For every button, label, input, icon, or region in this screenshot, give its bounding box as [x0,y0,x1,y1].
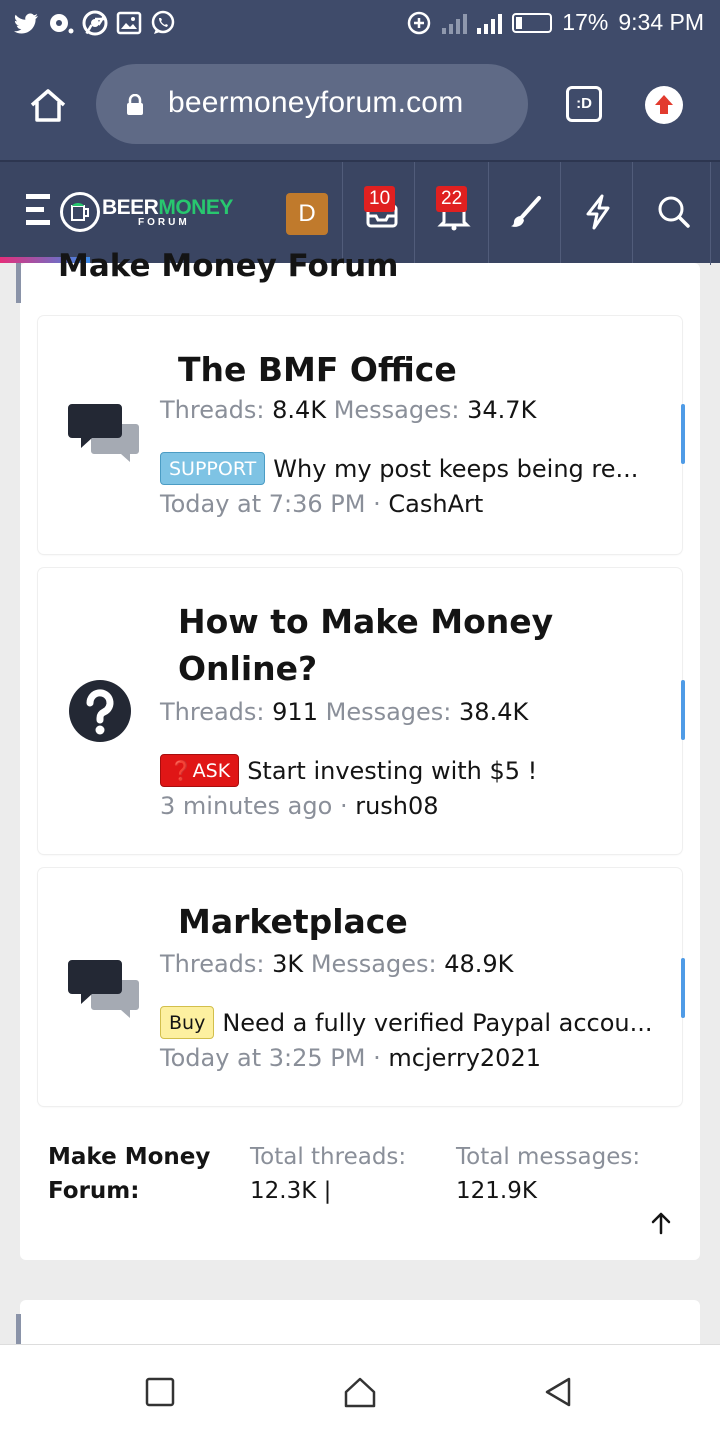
thread-prefix-badge: ❓ASK [160,754,240,787]
battery-percent: 17% [562,9,609,35]
forum-node[interactable]: How to Make Money Online? Threads: 911 M… [38,568,685,854]
square-icon [145,1377,175,1407]
style-chooser-button[interactable] [506,192,546,232]
latest-time[interactable]: Today at 3:25 PM [160,1044,366,1072]
clock: 9:34 PM [618,9,704,35]
record-icon [48,10,74,36]
forum-node[interactable]: Marketplace Threads: 3K Messages: 48.9K … [38,868,685,1106]
chat-bubbles-icon [66,952,142,1028]
unread-indicator [681,680,685,740]
battery-icon [512,12,553,33]
data-saver-icon [408,11,431,34]
lightning-icon [586,194,610,230]
latest-time[interactable]: Today at 7:36 PM [160,490,366,518]
gallery-icon [116,10,142,36]
unread-indicator [681,958,685,1018]
scroll-top-button[interactable] [648,1210,674,1236]
latest-thread[interactable]: Buy Need a fully verified Paypal accou..… [160,1006,653,1039]
arrow-up-icon [651,1212,671,1235]
node-stats: Threads: 911 Messages: 38.4K [160,698,529,726]
lock-icon [127,94,143,115]
unread-indicator [681,404,685,464]
whatsapp-icon [150,10,176,36]
address-bar[interactable]: beermoneyforum.com [96,64,528,144]
latest-thread-title[interactable]: Why my post keeps being re... [273,455,638,483]
category-accent-bar [16,1314,21,1344]
chat-bubbles-icon [66,396,142,472]
user-avatar[interactable]: D [286,193,328,235]
home-icon [30,89,66,122]
status-bar: 17% 9:34 PM [0,0,720,50]
latest-author[interactable]: CashArt [388,490,483,518]
back-triangle-icon [545,1377,571,1407]
latest-thread-meta: 3 minutes ago · rush08 [160,792,439,820]
node-title[interactable]: How to Make Money Online? [178,598,598,692]
category-title[interactable]: Make Money Forum [58,248,399,284]
android-nav-bar [0,1344,720,1440]
node-stats: Threads: 8.4K Messages: 34.7K [160,396,537,424]
paintbrush-icon [511,196,541,227]
update-button[interactable] [645,86,683,124]
browser-toolbar: beermoneyforum.com :D [0,50,720,160]
alerts-count-badge: 22 [436,186,468,212]
menu-button[interactable] [26,192,50,228]
chrome-icon [82,10,108,36]
signal-icon-2 [477,12,503,34]
tab-switcher-button[interactable]: :D [566,86,602,122]
latest-thread-title[interactable]: Need a fully verified Paypal accou... [222,1009,652,1037]
search-icon [658,196,690,228]
latest-thread-meta: Today at 7:36 PM · CashArt [160,490,484,518]
home-icon [344,1377,376,1408]
total-messages: Total messages: 121.9K [456,1144,641,1204]
forum-node[interactable]: The BMF Office Threads: 8.4K Messages: 3… [38,316,685,554]
signal-icon [442,12,468,34]
latest-thread[interactable]: ❓ASK Start investing with $5 ! [160,754,537,787]
latest-thread[interactable]: SUPPORT Why my post keeps being re... [160,452,638,485]
back-button[interactable] [541,1375,575,1409]
latest-thread-title[interactable]: Start investing with $5 ! [247,757,537,785]
notification-icons [14,10,176,36]
inbox-count-badge: 10 [364,186,396,212]
category-accent-bar [16,263,21,303]
search-button[interactable] [654,192,694,232]
latest-author[interactable]: rush08 [355,792,438,820]
whats-new-button[interactable] [578,192,618,232]
thread-prefix-badge: SUPPORT [160,452,266,485]
url-text: beermoneyforum.com [168,86,464,119]
site-logo[interactable]: BEERMONEY FORUM [60,192,240,232]
footer-label: Make Money Forum: [48,1144,211,1204]
thread-prefix-badge: Buy [160,1006,215,1039]
logo-subtext: FORUM [138,217,190,228]
system-status: 17% 9:34 PM [406,9,704,36]
home-button[interactable] [26,84,70,128]
node-title[interactable]: Marketplace [178,898,598,945]
logo-mug-icon [60,192,100,232]
home-nav-button[interactable] [343,1375,377,1409]
arrow-up-icon [655,95,673,114]
recents-button[interactable] [143,1375,177,1409]
latest-author[interactable]: mcjerry2021 [388,1044,541,1072]
node-stats: Threads: 3K Messages: 48.9K [160,950,514,978]
total-threads: Total threads: 12.3K | [250,1144,407,1204]
latest-time[interactable]: 3 minutes ago [160,792,332,820]
twitter-icon [14,10,40,36]
latest-thread-meta: Today at 3:25 PM · mcjerry2021 [160,1044,541,1072]
node-title[interactable]: The BMF Office [178,346,598,393]
question-icon [66,674,142,750]
